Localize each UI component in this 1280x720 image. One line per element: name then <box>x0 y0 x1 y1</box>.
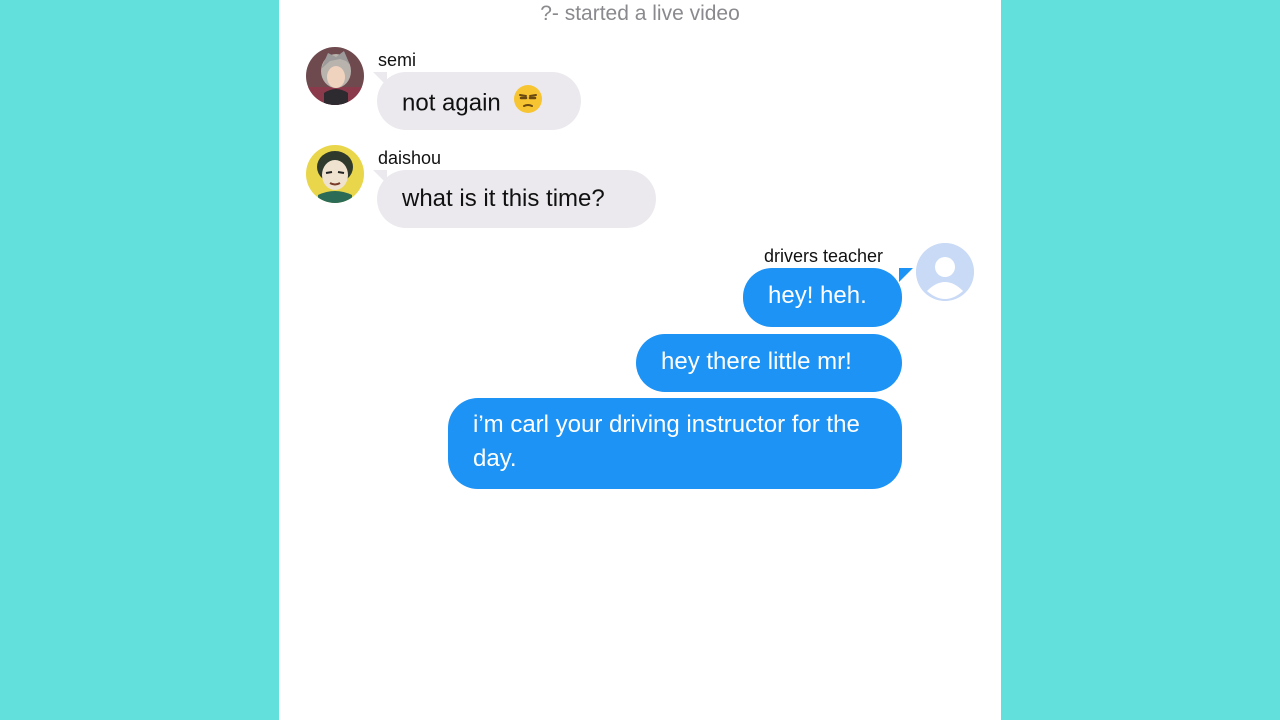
unamused-face-icon <box>513 84 543 124</box>
message-text: hey there little mr! <box>661 348 852 375</box>
bubble-tail <box>899 268 913 282</box>
system-message: ?- started a live video <box>540 2 740 25</box>
avatar-daishou[interactable] <box>306 145 364 203</box>
avatar-semi[interactable] <box>306 47 364 105</box>
chat-panel: ?- started a live video semi not again d… <box>279 0 1001 720</box>
message-bubble-outgoing[interactable]: i’m carl your driving instructor for the… <box>448 398 902 489</box>
message-bubble-semi[interactable]: not again <box>377 72 581 130</box>
sender-name-drivers-teacher: drivers teacher <box>764 246 884 266</box>
message-bubble-daishou[interactable]: what is it this time? <box>377 170 656 228</box>
message-text: not again <box>402 89 501 117</box>
avatar-drivers-teacher[interactable] <box>916 243 974 301</box>
message-text: hey! heh. <box>768 282 867 309</box>
message-bubble-outgoing[interactable]: hey there little mr! <box>636 334 902 392</box>
message-bubble-outgoing[interactable]: hey! heh. <box>743 268 902 327</box>
sender-name-semi: semi <box>378 50 417 70</box>
avatar-daishou-icon <box>306 145 364 203</box>
avatar-semi-icon <box>306 47 364 105</box>
message-text: what is it this time? <box>402 185 605 212</box>
message-text: i’m carl your driving instructor for the… <box>473 411 860 472</box>
default-user-icon <box>916 243 974 301</box>
sender-name-daishou: daishou <box>378 148 442 168</box>
